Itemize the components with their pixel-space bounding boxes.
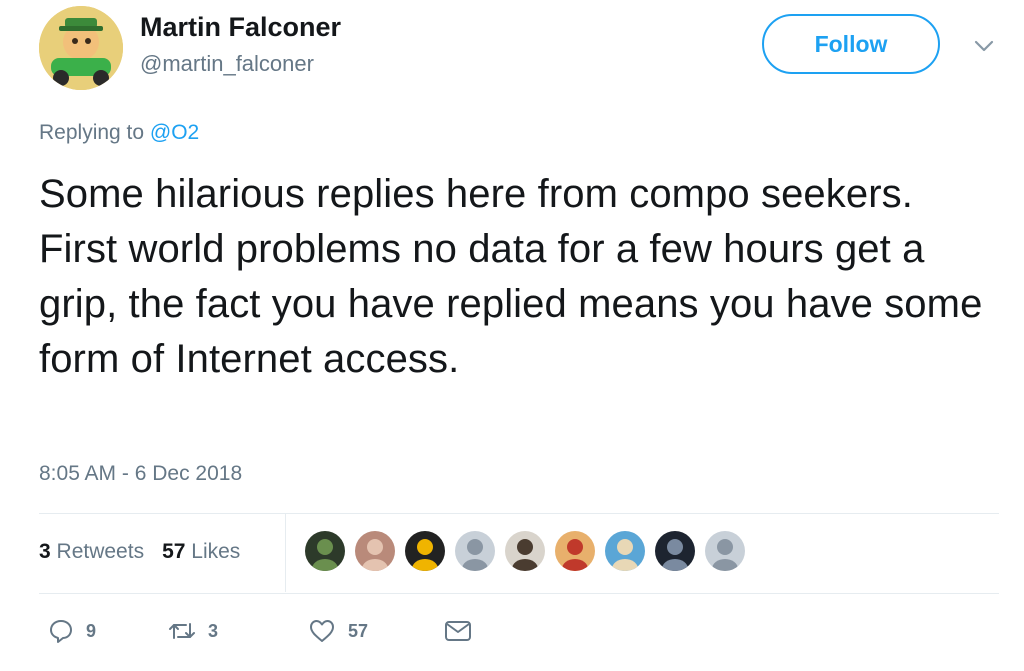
liker-avatar-3[interactable]	[405, 531, 445, 571]
chevron-down-icon	[974, 40, 994, 52]
avatar-icon	[505, 531, 545, 571]
action-bar: 9 3 57	[48, 618, 472, 644]
liker-avatar-4[interactable]	[455, 531, 495, 571]
avatar-icon	[455, 531, 495, 571]
stats-separator	[285, 514, 286, 592]
avatar-icon	[655, 531, 695, 571]
reply-context: Replying to @O2	[39, 121, 199, 145]
divider	[39, 513, 999, 514]
likes-count: 57	[162, 540, 186, 563]
reply-context-prefix: Replying to	[39, 121, 145, 144]
tweet-timestamp[interactable]: 8:05 AM - 6 Dec 2018	[39, 462, 242, 486]
liker-avatar-1[interactable]	[305, 531, 345, 571]
direct-message-button[interactable]	[444, 619, 472, 643]
author-display-name[interactable]: Martin Falconer	[140, 12, 341, 43]
follow-button[interactable]: Follow	[762, 14, 940, 74]
like-button[interactable]: 57	[308, 618, 444, 644]
avatar-icon	[305, 531, 345, 571]
avatar-icon	[405, 531, 445, 571]
liker-avatar-5[interactable]	[505, 531, 545, 571]
author-avatar[interactable]	[39, 6, 123, 90]
avatar-icon	[355, 531, 395, 571]
liker-avatar-7[interactable]	[605, 531, 645, 571]
reply-icon	[50, 620, 72, 643]
retweet-icon	[169, 623, 195, 639]
heart-icon	[310, 620, 334, 642]
author-handle[interactable]: @martin_falconer	[140, 51, 314, 77]
liker-avatars	[305, 531, 745, 571]
likes-label: Likes	[191, 540, 241, 563]
reply-count: 9	[86, 620, 97, 641]
liker-avatar-8[interactable]	[655, 531, 695, 571]
avatar-icon	[705, 531, 745, 571]
retweets-count: 3	[39, 540, 51, 563]
reply-button[interactable]: 9	[48, 618, 168, 644]
liker-avatar-2[interactable]	[355, 531, 395, 571]
reply-mention-link[interactable]: @O2	[150, 121, 199, 144]
retweet-button[interactable]: 3	[168, 618, 308, 644]
retweet-count: 3	[208, 620, 219, 641]
retweets-label: Retweets	[56, 540, 145, 563]
tweet-text: Some hilarious replies here from compo s…	[39, 172, 983, 381]
more-options-button[interactable]	[972, 34, 996, 58]
liker-avatar-9[interactable]	[705, 531, 745, 571]
retweets-stat[interactable]: 3 Retweets	[39, 540, 144, 564]
likes-stat[interactable]: 57 Likes	[162, 540, 240, 564]
liker-avatar-6[interactable]	[555, 531, 595, 571]
like-count: 57	[348, 620, 369, 641]
envelope-icon	[445, 621, 471, 641]
avatar-icon	[555, 531, 595, 571]
divider	[39, 593, 999, 594]
avatar-icon	[605, 531, 645, 571]
cartoon-driver-avatar-icon	[39, 6, 123, 90]
tweet-stats: 3 Retweets 57 Likes	[39, 540, 240, 564]
